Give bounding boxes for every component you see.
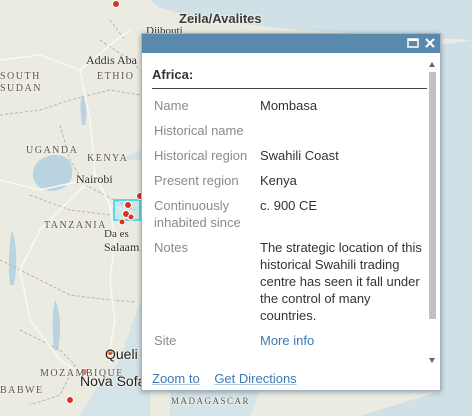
maximize-icon[interactable]	[406, 36, 420, 50]
lake-tanganyika	[8, 230, 17, 285]
get-directions-link[interactable]: Get Directions	[214, 371, 296, 386]
field-value	[260, 122, 427, 147]
map-label-tanzania: TANZANIA	[44, 220, 107, 231]
popup-title: Africa:	[152, 53, 427, 89]
field-value: Kenya	[260, 173, 297, 188]
field-value: Swahili Coast	[260, 148, 339, 163]
map-label-quelimane: Queli	[105, 346, 138, 362]
field-label: Name	[154, 98, 189, 113]
map-label-zeila: Zeila/Avalites	[179, 11, 262, 26]
zoom-to-link[interactable]: Zoom to	[152, 371, 200, 386]
table-row: Historical name	[152, 122, 427, 147]
popup-scrollbar[interactable]	[427, 59, 438, 366]
popup-actions: Zoom to Get Directions	[152, 371, 308, 386]
map-label-ethiopia: ETHIO	[97, 71, 135, 82]
field-label: Present region	[154, 173, 239, 188]
map-label-dar-2: Salaam	[104, 240, 140, 254]
popup-titlebar[interactable]	[142, 34, 440, 53]
table-row: Continuously inhabited since c. 900 CE	[152, 197, 427, 239]
map-label-south-sudan-1: SOUTH	[0, 71, 41, 82]
attribute-table: Name Mombasa Historical name Historical …	[152, 97, 427, 357]
field-value: The strategic location of this historica…	[260, 240, 422, 323]
scroll-thumb[interactable]	[429, 72, 436, 319]
map-label-dar-1: Da es	[104, 228, 129, 240]
field-label: Historical name	[154, 123, 244, 138]
map-label-uganda: UGANDA	[26, 145, 79, 156]
close-icon[interactable]	[423, 36, 437, 50]
field-label: Continuously inhabited since	[154, 198, 241, 230]
scroll-down-icon[interactable]	[429, 358, 435, 363]
field-label: Site	[154, 333, 177, 348]
field-value: c. 900 CE	[260, 198, 318, 213]
field-label: Historical region	[154, 148, 248, 163]
scroll-up-icon[interactable]	[429, 62, 435, 67]
more-info-link[interactable]: More info	[260, 333, 314, 348]
map-label-kenya: KENYA	[87, 153, 129, 164]
table-row: Historical region Swahili Coast	[152, 147, 427, 172]
lake-victoria	[32, 155, 73, 191]
lake-malawi	[52, 300, 61, 350]
map-label-addis-ababa: Addis Aba	[86, 53, 137, 67]
field-value: Mombasa	[260, 98, 318, 113]
table-row: Site More info	[152, 332, 427, 357]
table-row: Present region Kenya	[152, 172, 427, 197]
feature-popup: Africa: Name Mombasa Historical name His…	[141, 33, 441, 391]
table-row: Name Mombasa	[152, 97, 427, 122]
field-label: Notes	[154, 240, 188, 255]
table-row: Notes The strategic location of this his…	[152, 239, 427, 332]
map-label-nairobi: Nairobi	[76, 172, 113, 186]
map-label-south-sudan-2: SUDAN	[0, 83, 42, 94]
map-label-zimbabwe: BABWE	[0, 385, 44, 396]
map-label-nova-sofala: Nova Sofa	[80, 373, 146, 389]
popup-content[interactable]: Africa: Name Mombasa Historical name His…	[152, 53, 427, 367]
map-label-madagascar: MADAGASCAR	[171, 396, 251, 406]
